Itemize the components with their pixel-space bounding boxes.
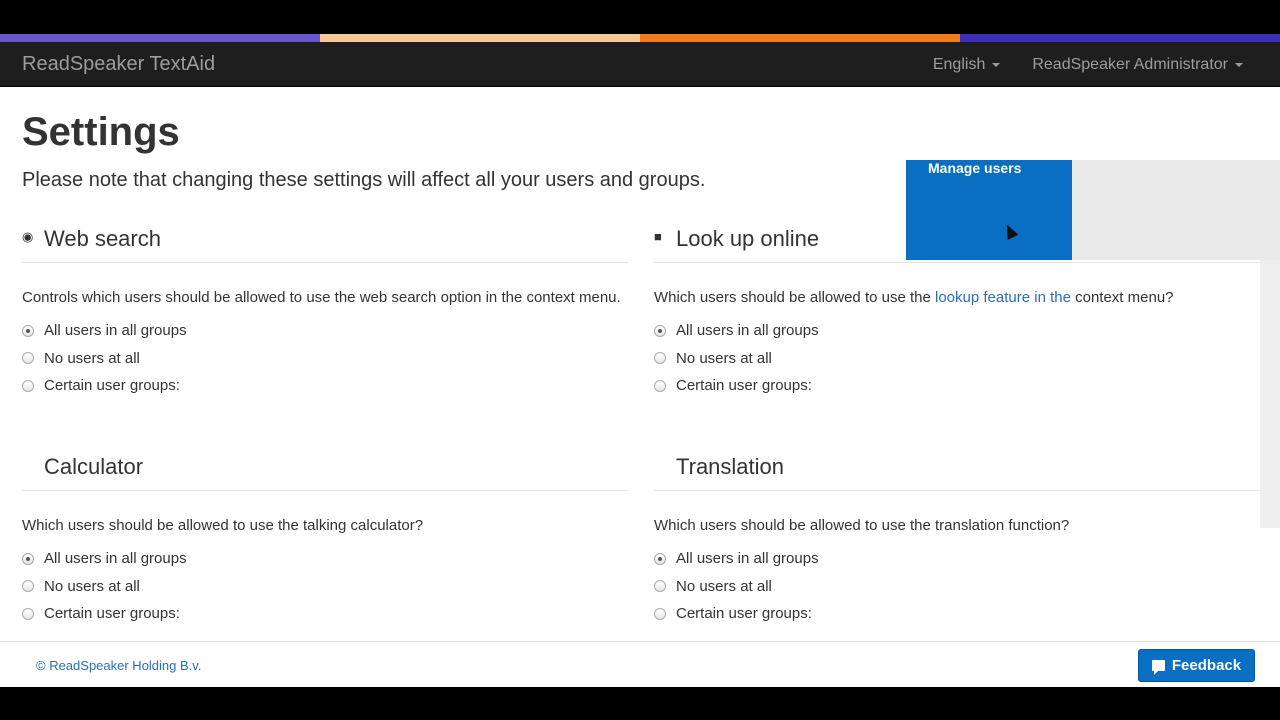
radio-button[interactable] <box>654 352 666 365</box>
strip-segment-2 <box>320 34 640 42</box>
radio-option[interactable]: No users at all <box>654 573 1260 601</box>
radio-label: All users in all groups <box>44 322 187 340</box>
radio-button[interactable] <box>22 352 34 365</box>
comment-icon <box>1151 660 1165 675</box>
radio-label: No users at all <box>44 577 140 595</box>
section-description: Which users should be allowed to use the… <box>654 517 1070 534</box>
radio-option[interactable]: No users at all <box>654 345 1260 373</box>
radio-label: Certain user groups: <box>44 605 180 623</box>
radio-label: Certain user groups: <box>676 605 812 623</box>
section-description: Controls which users should be allowed t… <box>22 289 621 306</box>
radio-button[interactable] <box>22 379 34 392</box>
description-text: context menu? <box>1070 289 1174 306</box>
feedback-button[interactable]: Feedback <box>1138 649 1255 682</box>
radio-option[interactable]: No users at all <box>22 345 628 373</box>
radio-group-web-search: All users in all groups No users at all … <box>22 317 628 400</box>
section-header: ◉ Web search <box>22 223 628 263</box>
section-title: Calculator <box>44 454 144 479</box>
top-navbar: ReadSpeaker TextAid English ReadSpeaker … <box>0 42 1280 87</box>
radio-group-look-up: All users in all groups No users at all … <box>654 317 1260 400</box>
radio-option[interactable]: All users in all groups <box>22 317 628 345</box>
description-text: Which users should be allowed to use the <box>654 289 935 306</box>
radio-label: Certain user groups: <box>676 377 812 395</box>
radio-button[interactable] <box>22 607 34 620</box>
radio-button[interactable] <box>654 580 666 593</box>
language-dropdown[interactable]: English <box>932 56 1001 74</box>
video-artifact <box>1260 260 1280 528</box>
radio-label: All users in all groups <box>676 322 819 340</box>
globe-icon: ◉ <box>22 229 34 244</box>
language-label: English <box>932 56 986 73</box>
radio-option[interactable]: All users in all groups <box>22 545 628 573</box>
radio-option[interactable]: All users in all groups <box>654 545 1260 573</box>
section-web-search: ◉ Web search Controls which users should… <box>22 223 628 400</box>
radio-label: No users at all <box>44 349 140 367</box>
bottom-letterbox <box>0 687 1280 720</box>
top-letterbox <box>0 0 1280 34</box>
page-footer: © ReadSpeaker Holding B.v. Feedback <box>0 641 1280 687</box>
page-note: Please note that changing these settings… <box>22 169 706 191</box>
radio-option[interactable]: All users in all groups <box>654 317 1260 345</box>
radio-label: Certain user groups: <box>44 377 180 395</box>
radio-button[interactable] <box>654 379 666 392</box>
book-icon: ■ <box>654 229 662 244</box>
section-header: Translation <box>654 451 1260 491</box>
user-label: ReadSpeaker Administrator <box>1032 56 1228 73</box>
brand-logo-text[interactable]: ReadSpeaker TextAid <box>22 53 215 76</box>
radio-button[interactable] <box>22 324 34 337</box>
user-dropdown[interactable]: ReadSpeaker Administrator <box>1032 56 1243 74</box>
strip-segment-3 <box>640 34 960 42</box>
radio-button[interactable] <box>22 580 34 593</box>
radio-label: All users in all groups <box>676 550 819 568</box>
radio-label: No users at all <box>676 577 772 595</box>
radio-button[interactable] <box>654 324 666 337</box>
section-translation: Translation Which users should be allowe… <box>654 451 1260 628</box>
radio-label: No users at all <box>676 349 772 367</box>
section-title: Look up online <box>676 226 820 251</box>
section-look-up-online: ■ Look up online Which users should be a… <box>654 223 1260 400</box>
radio-option[interactable]: Certain user groups: <box>654 372 1260 400</box>
section-title: Web search <box>44 226 161 251</box>
navbar-right: English ReadSpeaker Administrator <box>933 56 1243 74</box>
section-calculator: Calculator Which users should be allowed… <box>22 451 628 628</box>
radio-button[interactable] <box>22 552 34 565</box>
lookup-feature-link[interactable]: lookup feature in the <box>935 289 1071 306</box>
section-description: Which users should be allowed to use the… <box>22 517 424 534</box>
section-title: Translation <box>676 454 785 479</box>
radio-group-calculator: All users in all groups No users at all … <box>22 545 628 628</box>
radio-option[interactable]: Certain user groups: <box>22 372 628 400</box>
settings-page: Settings Please note that changing these… <box>0 87 1280 641</box>
manage-users-label: Manage users <box>928 160 1022 176</box>
chevron-down-icon <box>992 63 1001 67</box>
brand-color-strip <box>0 34 1280 42</box>
strip-segment-4 <box>960 34 1280 42</box>
radio-button[interactable] <box>654 552 666 565</box>
chevron-down-icon <box>1235 63 1243 67</box>
feedback-label: Feedback <box>1171 657 1242 674</box>
section-description: Which users should be allowed to use the… <box>654 287 1260 309</box>
section-header: ■ Look up online <box>654 223 1260 263</box>
radio-label: All users in all groups <box>44 550 187 568</box>
section-header: Calculator <box>22 451 628 491</box>
radio-button[interactable] <box>654 607 666 620</box>
page-title: Settings <box>22 110 180 154</box>
copyright-link[interactable]: © ReadSpeaker Holding B.v. <box>36 658 201 673</box>
radio-option[interactable]: Certain user groups: <box>22 600 628 628</box>
radio-option[interactable]: Certain user groups: <box>654 600 1260 628</box>
radio-group-translation: All users in all groups No users at all … <box>654 545 1260 628</box>
strip-segment-1 <box>0 34 320 42</box>
radio-option[interactable]: No users at all <box>22 573 628 601</box>
